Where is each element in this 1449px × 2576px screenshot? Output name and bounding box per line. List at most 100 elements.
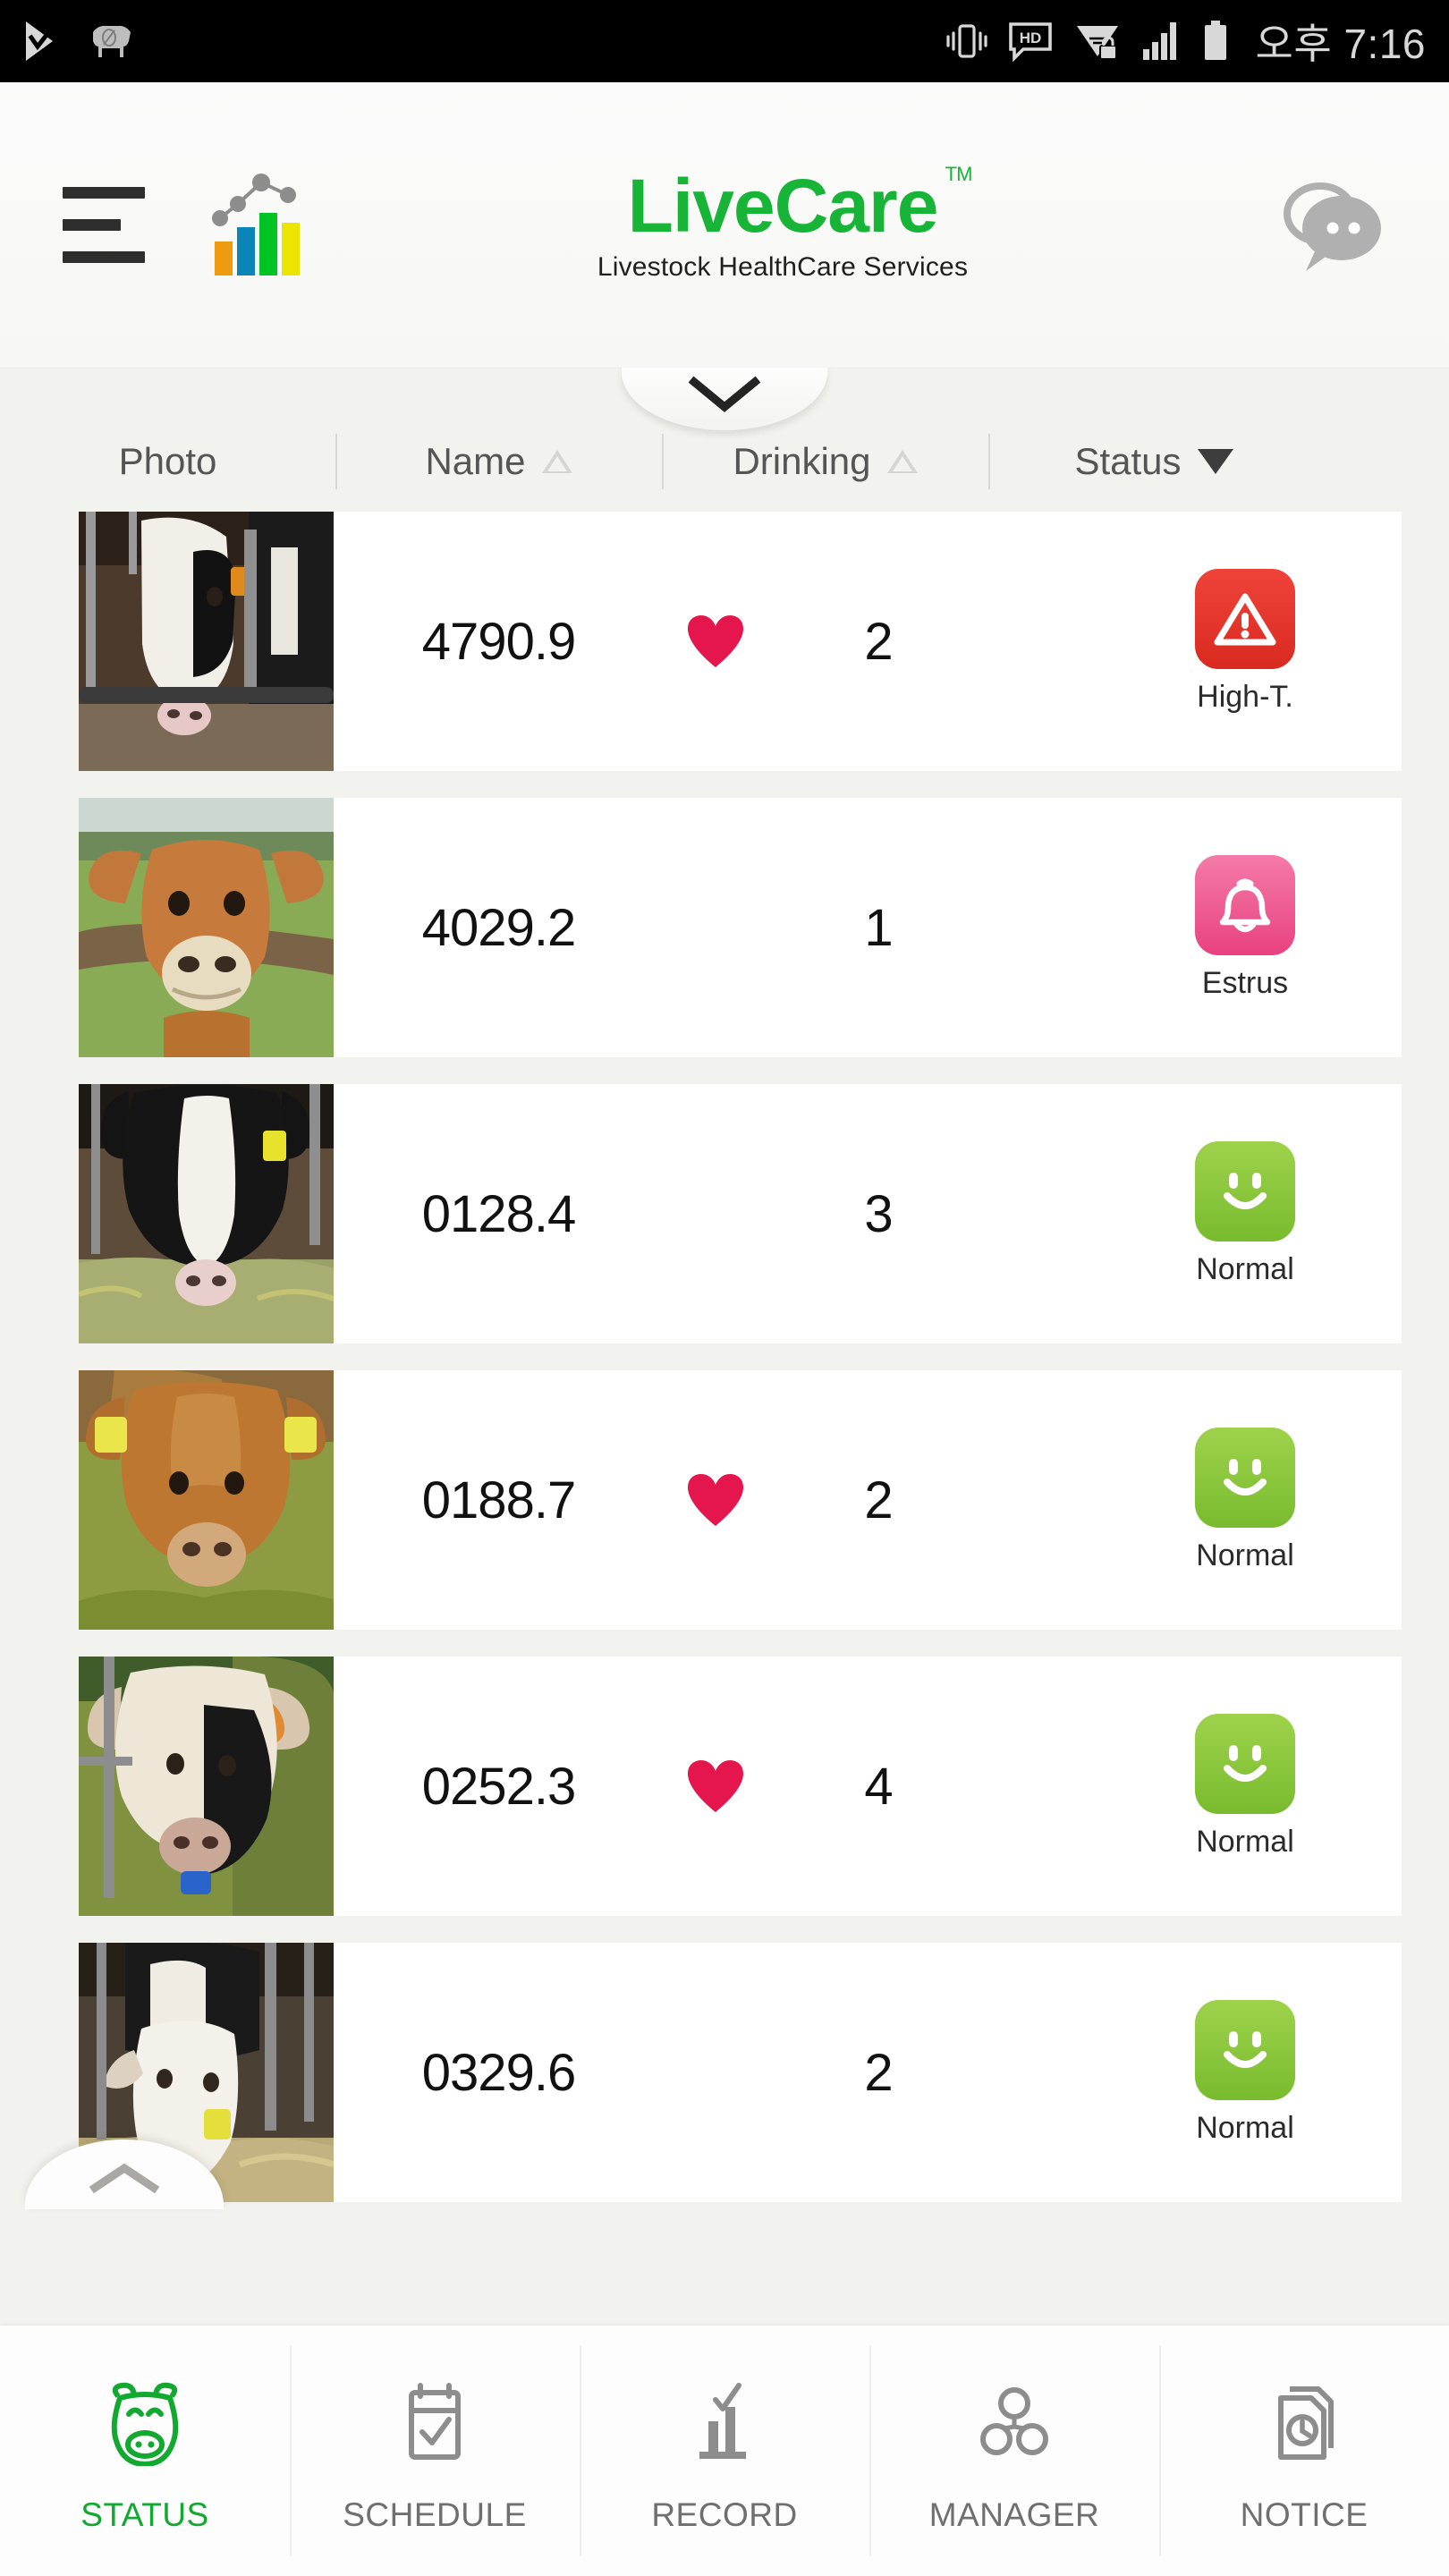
drinking-count: 1 [864,898,894,957]
cow-name: 0188.7 [421,1470,576,1530]
drinking-count: 2 [864,612,894,671]
column-header-drinking-label: Drinking [733,440,871,482]
status-bar: HD 오후 7:16 [0,0,1449,82]
chevron-down-icon [688,376,761,412]
table-row[interactable]: 0128.4 3 Normal [0,1084,1449,1343]
cow-photo[interactable] [79,798,334,1057]
cow-photo[interactable] [79,1657,334,1916]
brand-logo: LiveCare TM Livestock HealthCare Services [313,162,1252,283]
status-cell[interactable]: High-T. [1057,512,1433,771]
app-header: LiveCare TM Livestock HealthCare Services [0,82,1449,369]
nav-item-status[interactable]: STATUS [0,2326,290,2576]
nav-label-schedule: SCHEDULE [343,2496,527,2533]
hamburger-bar-1 [63,187,145,199]
vibrate-icon [945,24,987,58]
heart-icon [688,1760,743,1812]
sort-desc-icon [1197,449,1233,474]
drinking-count: 3 [864,1184,894,1243]
column-header-name-label: Name [425,440,526,482]
brand-name: LiveCare TM [627,162,973,248]
sort-asc-icon [886,450,918,473]
heart-indicator-cell [662,1084,769,1343]
smiley-face-icon [1224,1744,1267,1782]
status-badge-normal[interactable] [1195,1140,1295,1241]
status-cell[interactable]: Normal [1057,1370,1433,1630]
nav-label-notice: NOTICE [1240,2496,1368,2533]
people-group-icon [980,2387,1048,2455]
hamburger-menu-icon[interactable] [63,187,145,263]
cow-photo[interactable] [79,1084,334,1343]
table-row[interactable]: 0329.6 2 Normal [0,1943,1449,2202]
nav-label-record: RECORD [651,2496,798,2533]
status-cell[interactable]: Normal [1057,1657,1433,1916]
calendar-check-icon [409,2383,461,2460]
heart-indicator-cell [662,1370,769,1630]
heart-indicator-cell [662,1657,769,1916]
column-header-name[interactable]: Name [335,440,662,483]
cow-photo[interactable] [79,1370,334,1630]
trademark-symbol: TM [945,162,973,185]
hamburger-bar-3 [63,251,145,263]
chat-bubbles-icon[interactable] [1270,173,1386,278]
status-bar-right-icons: HD 오후 7:16 [945,12,1426,71]
smiley-face-icon [1224,1172,1267,1209]
nav-item-schedule[interactable]: SCHEDULE [290,2326,580,2576]
column-header-photo-label: Photo [118,440,217,482]
table-row[interactable]: 0188.7 2 Normal [0,1370,1449,1630]
wifi-locked-icon [1076,26,1118,60]
status-badge-normal[interactable] [1195,1999,1295,2100]
sort-asc-icon [541,450,572,473]
status-bar-clock: 오후 7:16 [1255,21,1426,67]
cow-name: 0252.3 [421,1757,576,1816]
status-cell[interactable]: Normal [1057,1084,1433,1343]
play-store-icon [26,21,54,61]
brand-subtitle: Livestock HealthCare Services [597,251,969,282]
status-badge-high-temp[interactable] [1195,568,1295,669]
status-badge-normal[interactable] [1195,1427,1295,1528]
status-cell[interactable]: Normal [1057,1943,1433,2202]
hd-icon: HD [1008,22,1052,63]
heart-indicator-cell [662,798,769,1057]
bottom-navigation-bar: STATUS SCHEDULE RECORD MANAGER NOTICE [0,2326,1449,2576]
smiley-face-icon [1224,2030,1267,2068]
table-row[interactable]: 4029.2 1 Estrus [0,798,1449,1057]
warning-triangle-icon [1214,593,1276,645]
status-label: Estrus [1201,965,1289,1000]
heart-indicator-cell [662,512,769,771]
cattle-list: 4790.9 2 High-T. 4029.2 1 Estrus 0128.4 … [0,512,1449,2209]
column-header-drinking[interactable]: Drinking [662,440,988,483]
cow-name: 4029.2 [421,898,576,957]
document-clock-icon [1278,2386,1334,2460]
nav-item-manager[interactable]: MANAGER [869,2326,1159,2576]
cow-photo[interactable] [79,512,334,771]
nav-item-record[interactable]: RECORD [580,2326,869,2576]
heart-icon [688,615,743,667]
smiley-face-icon [1224,1458,1267,1496]
status-cell[interactable]: Estrus [1057,798,1433,1057]
table-row[interactable]: 4790.9 2 High-T. [0,512,1449,771]
status-badge-estrus[interactable] [1195,854,1295,955]
chevron-up-icon [89,2163,160,2194]
nav-item-notice[interactable]: NOTICE [1159,2326,1449,2576]
svg-text:HD: HD [1019,30,1041,47]
drinking-count: 2 [864,2043,894,2102]
bar-chart-icon[interactable] [209,172,306,279]
cow-name: 4790.9 [421,612,576,671]
status-badge-normal[interactable] [1195,1713,1295,1814]
column-header-photo[interactable]: Photo [0,440,335,483]
cow-name: 0329.6 [421,2043,576,2102]
drinking-count: 4 [864,1757,894,1816]
cow-name: 0128.4 [421,1184,576,1243]
hamburger-bar-2 [63,219,121,231]
nav-label-manager: MANAGER [928,2496,1100,2533]
cow-head-icon [111,2382,179,2466]
status-label: Normal [1196,1251,1294,1286]
table-row[interactable]: 0252.3 4 Normal [0,1657,1449,1916]
nav-label-status: STATUS [80,2496,209,2533]
heart-indicator-cell [662,1943,769,2202]
heart-icon [688,1474,743,1526]
signal-bars-icon [1142,22,1176,60]
status-label: Normal [1196,2110,1294,2145]
column-header-status[interactable]: Status [988,440,1319,483]
cow-app-icon [93,25,131,57]
